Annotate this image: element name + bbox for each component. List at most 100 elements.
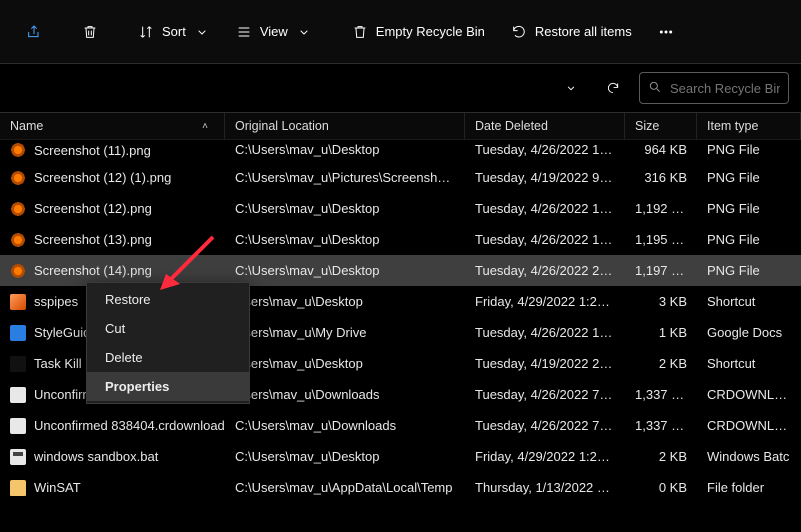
header-date-deleted[interactable]: Date Deleted	[465, 113, 625, 139]
file-type: PNG File	[697, 170, 801, 185]
file-date: Tuesday, 4/26/2022 10:17 AM	[465, 325, 625, 340]
file-icon	[10, 294, 26, 310]
file-date: Thursday, 1/13/2022 12:28...	[465, 480, 625, 495]
file-icon	[10, 356, 26, 372]
file-name: Screenshot (13).png	[34, 232, 152, 247]
context-delete[interactable]: Delete	[87, 343, 249, 372]
file-name: Screenshot (14).png	[34, 263, 152, 278]
file-size: 316 KB	[625, 170, 697, 185]
search-input[interactable]	[670, 81, 780, 96]
sort-indicator-icon: ˄	[202, 121, 208, 132]
file-size: 1,195 KB	[625, 232, 697, 247]
file-type: PNG File	[697, 263, 801, 278]
share-button[interactable]	[16, 18, 52, 46]
header-size[interactable]: Size	[625, 113, 697, 139]
file-icon	[10, 418, 26, 434]
table-row[interactable]: windows sandbox.batC:\Users\mav_u\Deskto…	[0, 441, 801, 472]
table-row[interactable]: Screenshot (12) (1).png C:\Users\mav_u\Pi…	[0, 162, 801, 193]
file-name: sspipes	[34, 294, 78, 309]
file-size: 2 KB	[625, 449, 697, 464]
restore-all-label: Restore all items	[535, 24, 632, 39]
file-size: 1,337 KB	[625, 387, 697, 402]
header-name[interactable]: Name ˄	[0, 113, 225, 139]
file-location: C:\Users\mav_u\Pictures\Screenshots\C...	[225, 170, 465, 185]
file-type: CRDOWNLOA	[697, 418, 801, 433]
toolbar: Sort View Empty Recycle Bin Restore all …	[0, 0, 801, 64]
file-icon	[10, 325, 26, 341]
search-icon	[648, 80, 662, 97]
context-restore[interactable]: Restore	[87, 285, 249, 314]
file-location: C:\Users\mav_u\Desktop	[225, 142, 465, 157]
file-size: 1,197 KB	[625, 263, 697, 278]
header-item-type[interactable]: Item type	[697, 113, 801, 139]
file-size: 1 KB	[625, 325, 697, 340]
file-location: C:\Users\mav_u\AppData\Local\Temp	[225, 480, 465, 495]
file-type: PNG File	[697, 232, 801, 247]
file-date: Tuesday, 4/26/2022 1:54 PM	[465, 232, 625, 247]
file-date: Friday, 4/29/2022 1:26 PM	[465, 294, 625, 309]
restore-all-button[interactable]: Restore all items	[501, 18, 642, 46]
file-type: Shortcut	[697, 294, 801, 309]
sort-icon	[138, 24, 154, 40]
file-size: 3 KB	[625, 294, 697, 309]
restore-icon	[511, 24, 527, 40]
file-location: C:\Users\mav_u\Downloads	[225, 418, 465, 433]
file-name: Task Kill	[34, 356, 82, 371]
ellipsis-icon	[658, 24, 674, 40]
file-icon	[10, 232, 26, 248]
file-type: File folder	[697, 480, 801, 495]
file-icon	[10, 263, 26, 279]
file-icon	[10, 387, 26, 403]
table-row[interactable]: Screenshot (13).png C:\Users\mav_u\Deskto…	[0, 224, 801, 255]
header-original-location[interactable]: Original Location	[225, 113, 465, 139]
breadcrumb-dropdown[interactable]	[555, 72, 587, 104]
file-type: Windows Batc	[697, 449, 801, 464]
address-bar-row	[0, 64, 801, 112]
file-name: Screenshot (11).png	[34, 143, 151, 158]
view-button[interactable]: View	[226, 18, 322, 46]
file-date: Tuesday, 4/26/2022 1:50 PM	[465, 142, 625, 157]
file-date: Tuesday, 4/19/2022 2:48 PM	[465, 356, 625, 371]
delete-toolbar-button[interactable]	[72, 18, 108, 46]
table-row[interactable]: WinSATC:\Users\mav_u\AppData\Local\TempT…	[0, 472, 801, 503]
refresh-button[interactable]	[597, 72, 629, 104]
file-location: Users\mav_u\My Drive	[225, 325, 465, 340]
table-row[interactable]: Unconfirmed 838404.crdownloadC:\Users\ma…	[0, 410, 801, 441]
file-size: 1,192 KB	[625, 201, 697, 216]
context-cut[interactable]: Cut	[87, 314, 249, 343]
table-row[interactable]: Screenshot (12).pngC:\Users\mav_u\Deskto…	[0, 193, 801, 224]
file-date: Tuesday, 4/26/2022 7:46 PM	[465, 387, 625, 402]
file-location: C:\Users\mav_u\Desktop	[225, 263, 465, 278]
trash-icon	[352, 24, 368, 40]
empty-recycle-bin-button[interactable]: Empty Recycle Bin	[342, 18, 495, 46]
file-name: Screenshot (12).png	[34, 201, 152, 216]
sort-button[interactable]: Sort	[128, 18, 220, 46]
table-row[interactable]: Screenshot (11).png C:\Users\mav_u\Deskto…	[0, 140, 801, 162]
file-size: 964 KB	[625, 142, 697, 157]
file-location: C:\Users\mav_u\Desktop	[225, 232, 465, 247]
context-properties[interactable]: Properties	[87, 372, 249, 401]
search-box[interactable]	[639, 72, 789, 104]
file-size: 2 KB	[625, 356, 697, 371]
file-location: Users\mav_u\Desktop	[225, 356, 465, 371]
file-location: Users\mav_u\Desktop	[225, 294, 465, 309]
file-icon	[10, 170, 26, 186]
file-icon	[10, 142, 26, 158]
sort-label: Sort	[162, 24, 186, 39]
file-location: Users\mav_u\Downloads	[225, 387, 465, 402]
more-button[interactable]	[648, 18, 684, 46]
file-date: Tuesday, 4/26/2022 7:46 PM	[465, 418, 625, 433]
view-label: View	[260, 24, 288, 39]
file-size: 1,337 KB	[625, 418, 697, 433]
share-icon	[26, 24, 42, 40]
file-name: Unconfirmed 838404.crdownload	[34, 418, 225, 433]
file-type: CRDOWNLOA	[697, 387, 801, 402]
context-menu: Restore Cut Delete Properties	[86, 282, 250, 404]
file-type: Google Docs	[697, 325, 801, 340]
trash-icon	[82, 24, 98, 40]
view-icon	[236, 24, 252, 40]
file-name: Screenshot (12) (1).png	[34, 170, 171, 185]
file-icon	[10, 480, 26, 496]
file-type: PNG File	[697, 201, 801, 216]
file-type: PNG File	[697, 142, 801, 157]
